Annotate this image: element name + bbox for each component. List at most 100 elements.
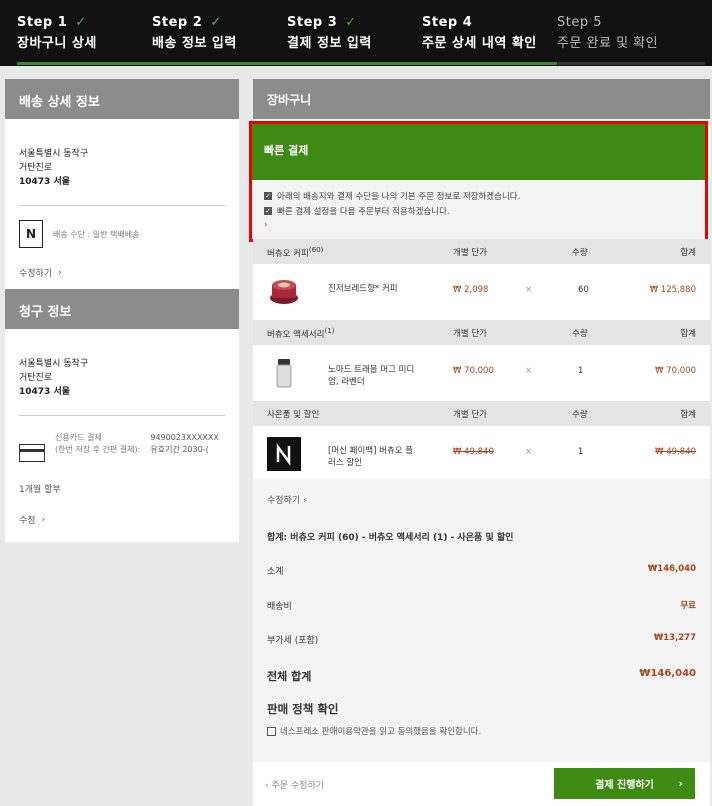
checkout-steps-bar: Step 1 ✓ 장바구니 상세 Step 2 ✓ 배송 정보 입력 Step 3 ✓… [0, 0, 712, 66]
payment-method: 신용카드 결제 (한번 저장 후 간편 결제): 9490023XXXXXX 유… [5, 416, 239, 462]
shipping-address: 서울특별시 동작구 거탄진로 10473 서울 [5, 119, 239, 189]
address-line: 서울특별시 동작구 [19, 359, 89, 369]
step-3[interactable]: Step 3 ✓ 결제 정보 입력 [287, 3, 422, 59]
step-title: 장바구니 상세 [17, 36, 97, 51]
group-header-coffee: 버츄오 커피(60) 개별 단가 수량 합계 [253, 239, 710, 264]
grand-total-label: 전체 합계 [267, 670, 312, 683]
progress-fill [17, 62, 557, 65]
checkbox-checked-icon: ✓ [264, 207, 272, 215]
subtotal-row: 소계 ₩146,040 [267, 564, 696, 577]
card-number: 9490023XXXXXX [150, 433, 219, 442]
times-icon: × [525, 447, 533, 457]
col-unit-price: 개별 단가 [453, 247, 487, 258]
item-unit-price: ₩ 49,840 [453, 447, 494, 457]
step-number: Step 3 [287, 15, 338, 30]
cart-edit-link[interactable]: 수정하기 › [267, 493, 307, 506]
cart-item-mug: 노마드 트래블 머그 미디엄, 라벤더 ₩ 70,000 × 1 ₩ 70,00… [253, 345, 710, 400]
policy-agree-label: 네스프레소 판매이용약관을 읽고 동의했음을 확인합니다. [280, 727, 482, 737]
grand-total-value: ₩146,040 [639, 668, 696, 679]
policy-agree-checkbox[interactable]: 네스프레소 판매이용약관을 읽고 동의했음을 확인합니다. [267, 725, 481, 737]
chevron-right-icon: › [41, 514, 46, 525]
step-2[interactable]: Step 2 ✓ 배송 정보 입력 [152, 3, 287, 59]
subtotal-label: 소계 [267, 567, 284, 577]
left-panel: 배송 상세 정보 서울특별시 동작구 거탄진로 10473 서울 N 배송 수단… [5, 79, 239, 542]
group-count: (1) [324, 325, 335, 335]
chevron-right-icon[interactable]: › [264, 220, 693, 230]
cart-edit-label: 수정하기 [267, 496, 301, 506]
credit-card-icon [19, 444, 45, 462]
order-summary: 수정하기 › 합계: 버츄오 커피 (60) - 버츄오 액세서리 (1) - … [253, 479, 710, 762]
billing-edit-label: 수정 [19, 516, 36, 526]
step-4: Step 4 주문 상세 내역 확인 [422, 3, 557, 59]
shipping-fee-row: 배송비 무료 [267, 599, 696, 612]
progress-bar [17, 62, 705, 65]
chevron-left-icon: ‹ [265, 781, 269, 791]
shipping-fee-label: 배송비 [267, 602, 292, 612]
step-number: Step 1 [17, 15, 68, 30]
times-icon: × [525, 285, 533, 295]
fast-option-apply-next[interactable]: ✓ 빠른 결제 설정을 다음 주문부터 적용하겠습니다. [264, 205, 693, 217]
checkmark-icon: ✓ [75, 15, 87, 30]
col-total: 합계 [680, 247, 696, 258]
col-qty: 수량 [572, 247, 588, 258]
step-5: Step 5 주문 완료 및 확인 [557, 3, 692, 59]
card-expiry: 유효기간 2030-( [150, 445, 209, 454]
item-qty: 1 [578, 447, 584, 457]
group-count: (60) [308, 244, 324, 254]
cart-header: 장바구니 [253, 79, 710, 119]
grand-total-row: 전체 합계 ₩146,040 [267, 668, 696, 684]
step-title: 주문 완료 및 확인 [557, 36, 659, 51]
billing-edit-link[interactable]: 수정 › [5, 495, 239, 542]
item-qty: 60 [578, 285, 589, 295]
col-unit-price: 개별 단가 [453, 409, 487, 420]
checkbox-unchecked-icon [267, 726, 276, 736]
item-total: ₩ 70,000 [655, 366, 696, 376]
step-title: 결제 정보 입력 [287, 36, 372, 51]
coffee-capsule-image [270, 280, 298, 304]
item-name: [머신 페이백] 버츄오 플러스 할인 [328, 446, 414, 468]
back-to-edit-link[interactable]: ‹ 주문 수정하기 [265, 778, 324, 791]
group-name: 버츄오 커피 [267, 248, 309, 259]
col-total: 합계 [680, 409, 696, 420]
col-unit-price: 개별 단가 [453, 328, 487, 339]
item-qty: 1 [578, 366, 584, 376]
item-total: ₩ 49,840 [655, 447, 696, 457]
step-title: 배송 정보 입력 [152, 36, 237, 51]
proceed-payment-button[interactable]: 결제 진행하기 › [554, 768, 695, 799]
step-title: 주문 상세 내역 확인 [422, 36, 537, 51]
payment-label: 신용카드 결제 [55, 433, 102, 442]
vat-value: ₩13,277 [653, 633, 696, 643]
billing-address: 서울특별시 동작구 거탄진로 10473 서울 [5, 329, 239, 399]
shipping-edit-label: 수정하기 [19, 269, 53, 279]
chevron-right-icon: › [303, 496, 307, 506]
checkbox-checked-icon: ✓ [264, 192, 272, 200]
cart-item-discount: [머신 페이백] 버츄오 플러스 할인 ₩ 49,840 × 1 ₩ 49,84… [253, 426, 710, 481]
shipping-fee-value: 무료 [680, 601, 696, 611]
fast-checkout-box: 빠른 결제 ✓ 아래의 배송지와 결제 수단을 나의 기본 주문 정보로 저장하… [249, 121, 708, 242]
item-name: 노마드 트래블 머그 미디엄, 라벤더 [328, 365, 415, 387]
item-total: ₩ 125,880 [649, 285, 696, 295]
shipping-edit-link[interactable]: 수정하기 › [5, 248, 239, 289]
fast-checkout-title: 빠른 결제 [252, 124, 705, 180]
step-1[interactable]: Step 1 ✓ 장바구니 상세 [17, 3, 152, 59]
address-line: 거탄진로 [19, 373, 53, 383]
cart-panel: 장바구니 빠른 결제 ✓ 아래의 배송지와 결제 수단을 나의 기본 주문 정보… [249, 79, 710, 806]
step-number: Step 2 [152, 15, 203, 30]
cart-footer: ‹ 주문 수정하기 결제 진행하기 › [253, 762, 710, 806]
billing-header: 청구 정보 [5, 289, 239, 329]
item-name: 진저브레드향* 커피 [328, 284, 398, 294]
step-number: Step 5 [557, 15, 603, 30]
cart-item-coffee: 진저브레드향* 커피 ₩ 2,098 × 60 ₩ 125,880 [253, 264, 710, 319]
installment-text: 1개월 할부 [19, 485, 61, 495]
chevron-right-icon: › [678, 777, 683, 790]
fast-option-save-default[interactable]: ✓ 아래의 배송지와 결제 수단을 나의 기본 주문 정보로 저장하겠습니다. [264, 190, 693, 202]
group-name: 버츄오 액세서리 [267, 329, 325, 340]
shipping-method-text: 배송 수단 : 일반 택배배송 [53, 229, 140, 239]
checkmark-icon: ✓ [345, 15, 357, 30]
policy-title: 판매 정책 확인 [267, 702, 339, 716]
col-total: 합계 [680, 328, 696, 339]
chevron-right-icon: › [58, 267, 62, 278]
step-number: Step 4 [422, 15, 473, 30]
fast-option-label: 아래의 배송지와 결제 수단을 나의 기본 주문 정보로 저장하겠습니다. [277, 192, 521, 202]
subtotal-value: ₩146,040 [647, 564, 696, 574]
